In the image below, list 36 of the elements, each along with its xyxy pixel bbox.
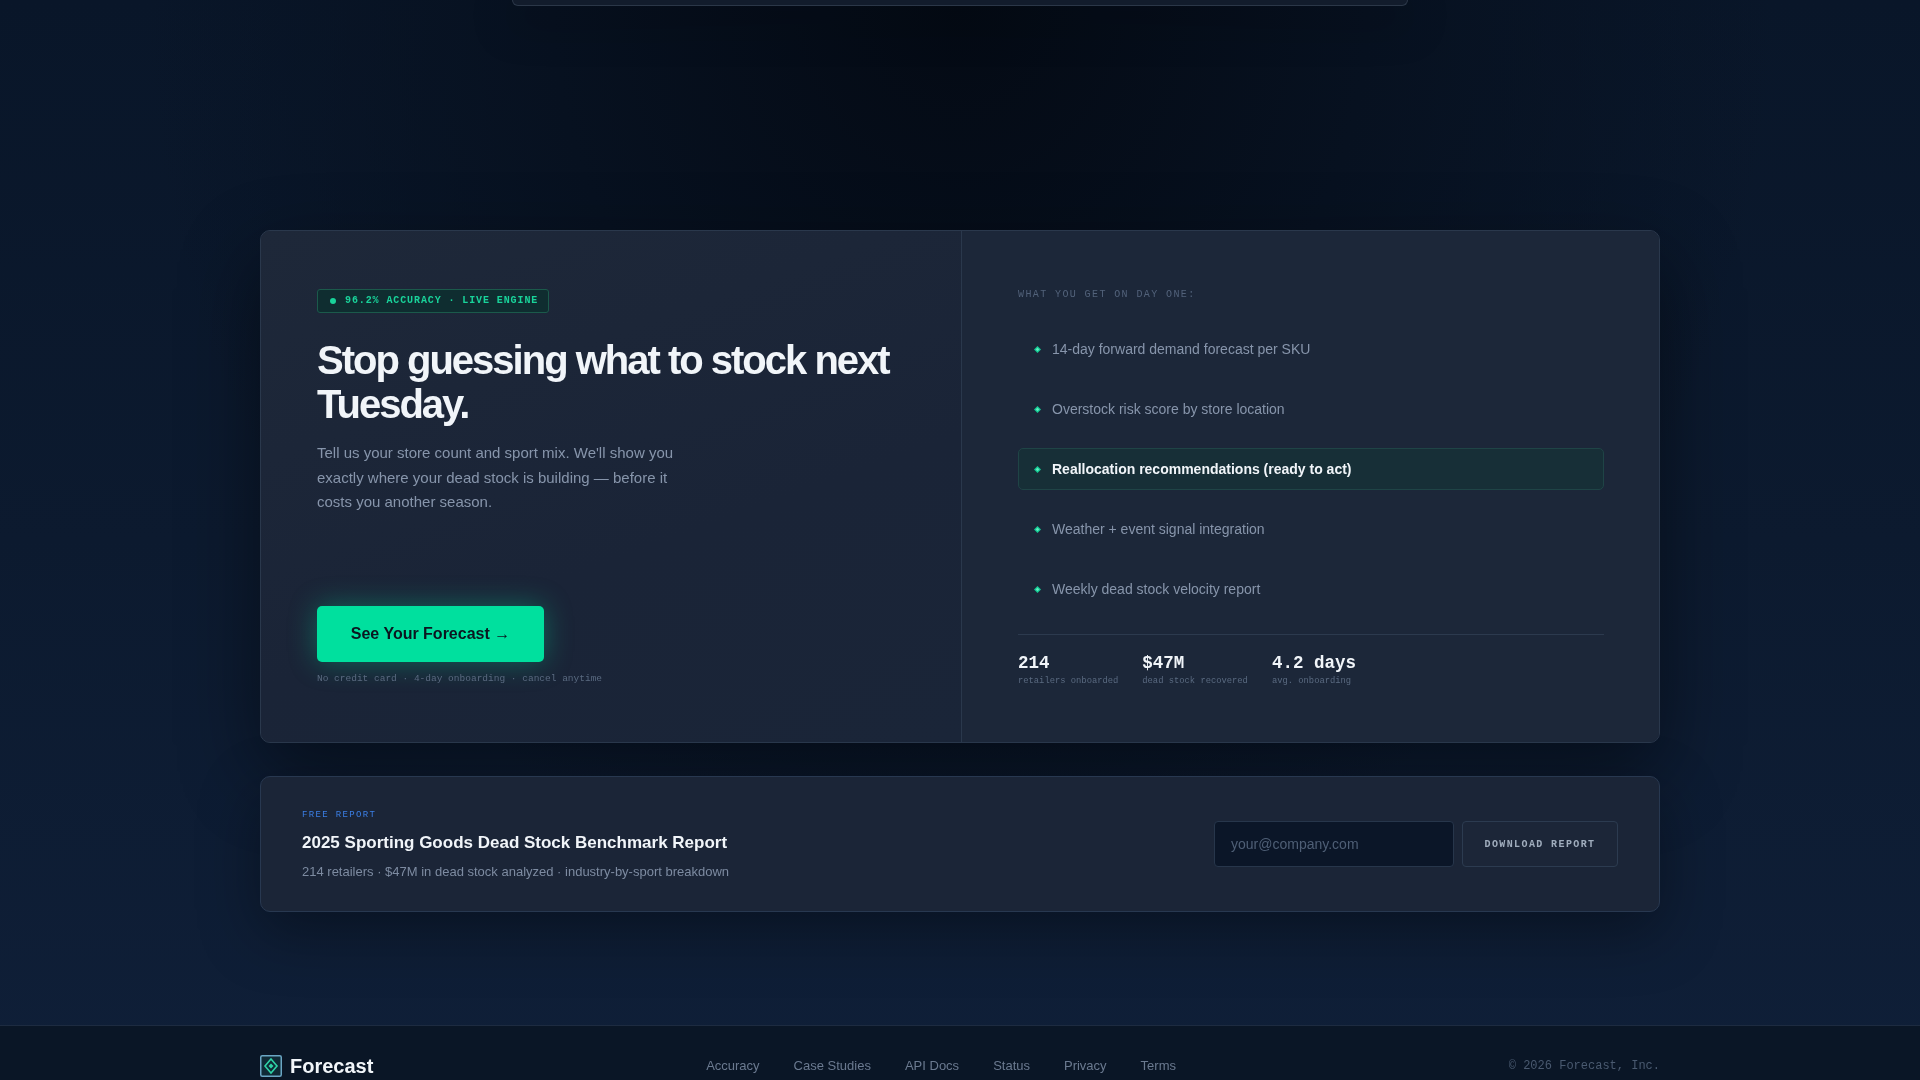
footer-link[interactable]: Case Studies xyxy=(793,1058,871,1074)
report-title: 2025 Sporting Goods Dead Stock Benchmark Report xyxy=(302,831,728,854)
accuracy-label: 96.2% ACCURACY · LIVE ENGINE xyxy=(345,295,539,307)
brand-name[interactable]: Forecast xyxy=(290,1054,374,1078)
footer-link[interactable]: Privacy xyxy=(1064,1058,1107,1074)
stat-label: dead stock recovered xyxy=(1142,675,1248,687)
footer-link[interactable]: API Docs xyxy=(904,1058,960,1074)
forecast-button[interactable]: See Your Forecast → xyxy=(317,605,544,662)
hero-description: Tell us your store count and sport mix. We'll show you exactly where your dead stock is building — before it costs you another season. xyxy=(317,443,675,512)
report-subtitle: 214 retailers · $47M in dead stock analyzed · industry-by-sport breakdown xyxy=(302,863,730,880)
feature-text: Reallocation recommendations (ready to act) xyxy=(1052,460,1352,478)
feature-text: Weather + event signal integration xyxy=(1052,520,1265,538)
section-label: WHAT YOU GET ON DAY ONE: xyxy=(1018,289,1197,301)
fine-print: No credit card · 4-day onboarding · cancel anytime xyxy=(317,672,603,685)
hero-headline: Stop guessing what to stock next Tuesday. xyxy=(317,338,891,426)
diamond-icon xyxy=(1034,405,1041,413)
diamond-icon xyxy=(1034,585,1041,593)
download-report-button[interactable]: DOWNLOAD REPORT xyxy=(1462,821,1618,867)
stat-value: 4.2 days xyxy=(1271,653,1356,673)
footer-link[interactable]: Terms xyxy=(1140,1058,1176,1074)
stat-value: $47M xyxy=(1142,653,1186,673)
diamond-icon xyxy=(1034,345,1041,353)
stat-label: avg. onboarding xyxy=(1271,675,1353,687)
diamond-icon xyxy=(1034,525,1041,533)
stat-value: 214 xyxy=(1018,653,1051,673)
email-field[interactable]: your@company.com xyxy=(1214,821,1454,867)
feature-text: Overstock risk score by store location xyxy=(1052,400,1285,418)
copyright-text: © 2026 Forecast, Inc. xyxy=(1508,1058,1660,1074)
feature-text: Weekly dead stock velocity report xyxy=(1052,580,1261,598)
feature-text: 14-day forward demand forecast per SKU xyxy=(1052,340,1311,358)
stat-label: retailers onboarded xyxy=(1018,675,1119,687)
report-eyebrow: FREE REPORT xyxy=(302,808,377,821)
footer-link[interactable]: Status xyxy=(993,1058,1030,1074)
logo-icon xyxy=(260,1055,282,1077)
footer-link[interactable]: Accuracy xyxy=(706,1058,760,1074)
diamond-icon xyxy=(1034,465,1041,473)
